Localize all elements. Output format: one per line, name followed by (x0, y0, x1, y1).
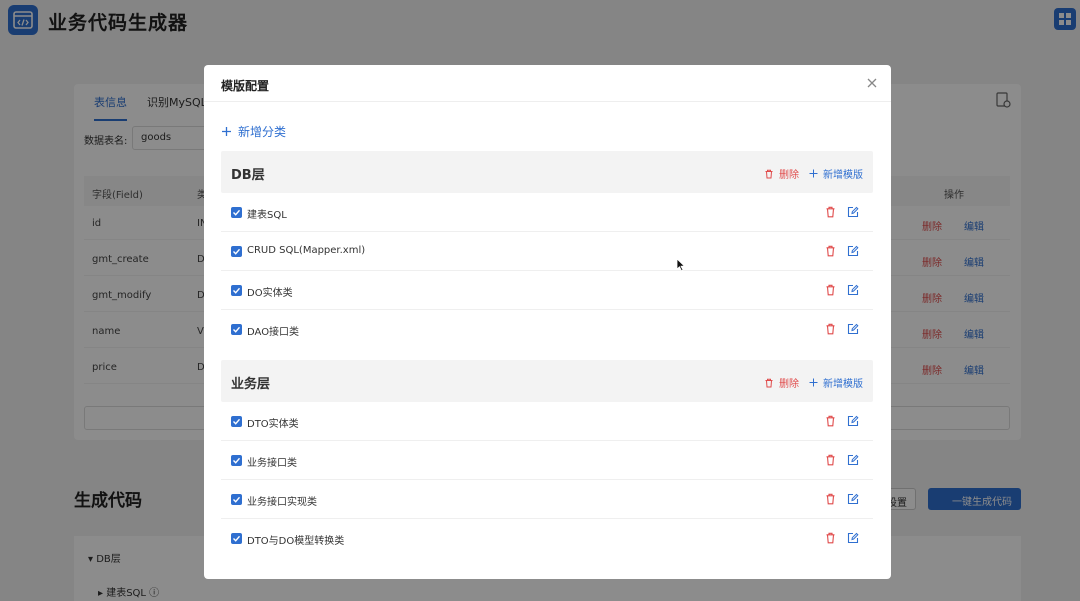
plus-icon (809, 378, 818, 387)
check-icon (233, 287, 241, 294)
delete-label: 删除 (779, 170, 799, 181)
template-label: 业务接口实现类 (247, 497, 317, 508)
template-item[interactable]: 业务接口实现类 (221, 480, 873, 519)
add-template-button[interactable]: 新增模版 (809, 166, 863, 181)
trash-icon[interactable] (825, 493, 836, 505)
check-icon (233, 457, 241, 464)
category-header: DB层 删除 新增模版 (221, 151, 873, 193)
check-icon (233, 496, 241, 503)
template-item[interactable]: DTO实体类 (221, 402, 873, 441)
checkbox[interactable] (231, 416, 242, 427)
template-label: DAO接口类 (247, 327, 300, 338)
trash-icon (765, 378, 773, 387)
template-label: CRUD SQL(Mapper.xml) (247, 245, 366, 256)
template-config-modal: 模版配置 新增分类 DB层 删除 新增模版 建表SQL CRUD SQL(Map… (204, 65, 891, 579)
checkbox[interactable] (231, 494, 242, 505)
edit-icon[interactable] (847, 415, 859, 427)
checkbox[interactable] (231, 324, 242, 335)
plus-icon (809, 169, 818, 178)
template-item[interactable]: DAO接口类 (221, 310, 873, 349)
template-item[interactable]: 业务接口类 (221, 441, 873, 480)
add-template-label: 新增模版 (823, 170, 863, 181)
delete-label: 删除 (779, 379, 799, 390)
trash-icon[interactable] (825, 245, 836, 257)
trash-icon[interactable] (825, 532, 836, 544)
template-label: DO实体类 (247, 288, 293, 299)
category-title: 业务层 (231, 377, 271, 392)
add-template-button[interactable]: 新增模版 (809, 375, 863, 390)
edit-icon[interactable] (847, 493, 859, 505)
template-label: 业务接口类 (247, 458, 297, 469)
template-item[interactable]: DO实体类 (221, 271, 873, 310)
template-item[interactable]: DTO与DO模型转换类 (221, 519, 873, 558)
category-header: 业务层 删除 新增模版 (221, 360, 873, 402)
edit-icon[interactable] (847, 532, 859, 544)
trash-icon[interactable] (825, 415, 836, 427)
add-template-label: 新增模版 (823, 379, 863, 390)
plus-icon (222, 127, 231, 136)
template-label: DTO与DO模型转换类 (247, 536, 345, 547)
delete-category-button[interactable]: 删除 (764, 375, 799, 390)
checkbox[interactable] (231, 246, 242, 257)
template-item[interactable]: CRUD SQL(Mapper.xml) (221, 232, 873, 271)
checkbox[interactable] (231, 455, 242, 466)
category-section-business: 业务层 删除 新增模版 DTO实体类 业务接口类 业务接口实现类 DTO与DO模… (221, 360, 873, 558)
checkbox[interactable] (231, 285, 242, 296)
check-icon (233, 418, 241, 425)
checkbox[interactable] (231, 207, 242, 218)
edit-icon[interactable] (847, 323, 859, 335)
add-category-label: 新增分类 (238, 125, 287, 139)
edit-icon[interactable] (847, 206, 859, 218)
mouse-cursor-icon (676, 258, 686, 272)
category-section-db: DB层 删除 新增模版 建表SQL CRUD SQL(Mapper.xml) D… (221, 151, 873, 349)
modal-title: 模版配置 (221, 79, 270, 93)
checkbox[interactable] (231, 533, 242, 544)
trash-icon[interactable] (825, 454, 836, 466)
close-icon[interactable] (865, 76, 879, 90)
template-item[interactable]: 建表SQL (221, 193, 873, 232)
edit-icon[interactable] (847, 245, 859, 257)
trash-icon[interactable] (825, 323, 836, 335)
trash-icon[interactable] (825, 284, 836, 296)
trash-icon (765, 169, 773, 178)
edit-icon[interactable] (847, 454, 859, 466)
category-title: DB层 (231, 168, 265, 183)
template-label: DTO实体类 (247, 419, 299, 430)
check-icon (233, 209, 241, 216)
add-category-button[interactable]: 新增分类 (221, 123, 286, 140)
modal-header: 模版配置 (204, 65, 891, 102)
trash-icon[interactable] (825, 206, 836, 218)
template-label: 建表SQL (247, 210, 287, 221)
check-icon (233, 326, 241, 333)
check-icon (233, 248, 241, 255)
edit-icon[interactable] (847, 284, 859, 296)
check-icon (233, 535, 241, 542)
delete-category-button[interactable]: 删除 (764, 166, 799, 181)
